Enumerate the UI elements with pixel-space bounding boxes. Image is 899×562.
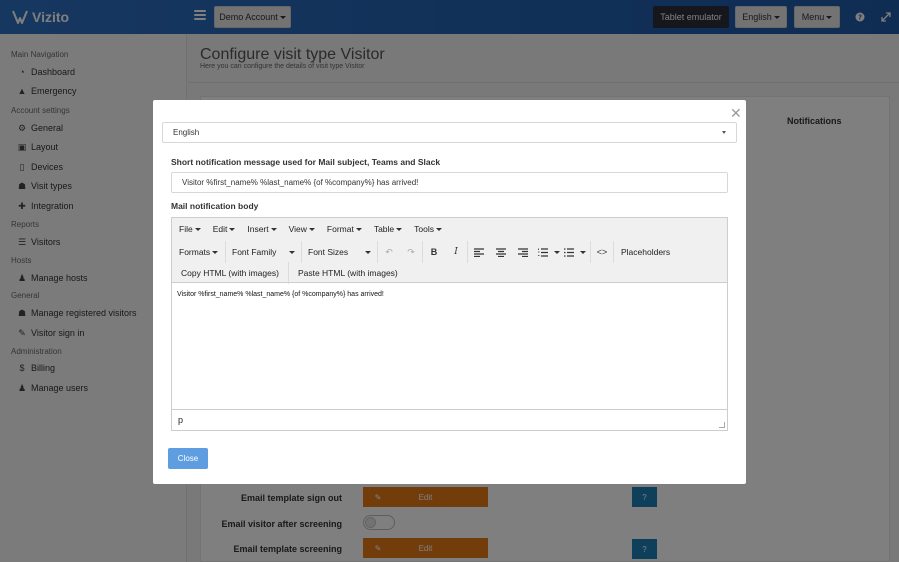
menu-label: Edit [212,224,228,234]
editor-paragraph: Visitor %first_name% %last_name% {of %co… [177,291,384,298]
align-right-icon[interactable] [512,241,534,263]
numbered-list-dropdown-icon[interactable] [552,241,560,263]
editor-statusbar: p [172,409,727,430]
caret-down-icon [722,131,726,134]
paste-html-button[interactable]: Paste HTML (with images) [289,262,407,284]
caret-down-icon [229,227,236,231]
placeholders-button[interactable]: Placeholders [614,241,670,263]
caret-down-icon [194,227,201,231]
caret-down-icon [289,250,295,254]
notification-modal: ✕ English Short notification message use… [153,100,746,484]
paste-html-label: Paste HTML (with images) [297,268,398,278]
editor-copy-toolbar: Copy HTML (with images) Paste HTML (with… [172,262,727,284]
font-family-label: Font Family [232,247,277,257]
menu-label: Tools [414,224,434,234]
menu-label: Format [326,224,354,234]
formats-label: Formats [179,247,211,257]
menu-label: View [288,224,307,234]
caret-down-icon [355,227,362,231]
menu-file[interactable]: File [179,224,201,234]
font-family-dropdown[interactable]: Font Family [226,241,301,263]
caret-down-icon [396,227,403,231]
italic-icon[interactable]: I [445,241,467,263]
undo-icon[interactable]: ↶ [378,241,400,263]
language-select[interactable]: English [162,122,737,143]
rich-text-editor: File Edit Insert View Format Table Tools… [171,217,728,431]
editor-content-area[interactable]: Visitor %first_name% %last_name% {of %co… [172,284,727,409]
menu-format[interactable]: Format [327,224,362,234]
caret-down-icon [365,250,371,254]
short-message-label: Short notification message used for Mail… [171,157,441,167]
menu-view[interactable]: View [289,224,315,234]
bold-icon[interactable]: B [423,241,445,263]
resize-handle-icon[interactable] [719,422,725,428]
bullet-list-icon[interactable] [560,241,578,263]
editor-menubar: File Edit Insert View Format Table Tools [172,218,727,240]
bullet-list-dropdown-icon[interactable] [578,241,586,263]
menu-label: Insert [247,224,269,234]
menu-label: File [179,224,193,234]
caret-down-icon [308,227,315,231]
formats-dropdown[interactable]: Formats [172,241,225,263]
source-code-icon[interactable]: <> [591,241,613,263]
font-sizes-dropdown[interactable]: Font Sizes [302,241,377,263]
language-select-value: English [173,128,200,137]
mail-body-label: Mail notification body [171,201,259,211]
copy-html-label: Copy HTML (with images) [181,268,279,278]
caret-down-icon [212,250,219,254]
caret-down-icon [270,227,277,231]
placeholders-label: Placeholders [621,247,671,257]
menu-table[interactable]: Table [373,224,403,234]
menu-tools[interactable]: Tools [414,224,442,234]
short-message-input[interactable]: Visitor %first_name% %last_name% {of %co… [171,172,728,193]
numbered-list-icon[interactable] [534,241,552,263]
caret-down-icon [436,227,442,231]
editor-format-toolbar: Formats Font Family Font Sizes ↶ ↷ B I <… [172,241,727,263]
menu-insert[interactable]: Insert [247,224,277,234]
editor-toolbar: File Edit Insert View Format Table Tools… [172,218,727,284]
font-sizes-label: Font Sizes [308,247,349,257]
redo-icon[interactable]: ↷ [400,241,422,263]
align-left-icon[interactable] [468,241,490,263]
caret-down-icon [580,250,586,254]
menu-label: Table [373,224,395,234]
copy-html-button[interactable]: Copy HTML (with images) [172,262,288,284]
menu-edit[interactable]: Edit [213,224,236,234]
align-center-icon[interactable] [490,241,512,263]
close-button[interactable]: Close [168,448,208,469]
element-path[interactable]: p [178,415,183,425]
close-icon[interactable]: ✕ [730,105,742,122]
